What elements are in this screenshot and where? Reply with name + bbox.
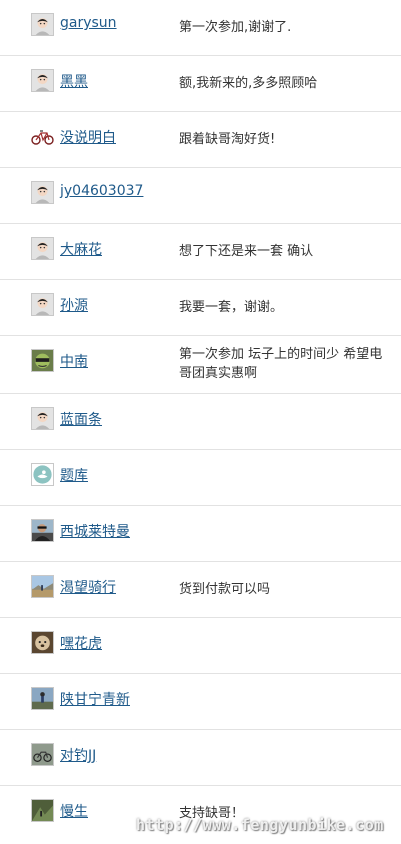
default-avatar-icon[interactable] bbox=[31, 13, 54, 36]
list-item: 陕甘宁青新 bbox=[0, 674, 401, 730]
default-avatar-icon[interactable] bbox=[31, 407, 54, 430]
default-avatar-icon[interactable] bbox=[31, 69, 54, 92]
list-item: 嘿花虎 bbox=[0, 618, 401, 674]
list-item: 没说明白 跟着缺哥淘好货! bbox=[0, 112, 401, 168]
list-item: 大麻花 想了下还是来一套 确认 bbox=[0, 224, 401, 280]
rider-photo-avatar-icon[interactable] bbox=[31, 519, 54, 542]
username-link[interactable]: 孙源 bbox=[60, 295, 88, 315]
list-item: 中南 第一次参加 坛子上的时间少 希望电 哥团真实惠啊 bbox=[0, 336, 401, 394]
landscape-photo-avatar-icon[interactable] bbox=[31, 575, 54, 598]
username-link[interactable]: 题库 bbox=[60, 465, 88, 485]
comment-text: 想了下还是来一套 确认 bbox=[179, 244, 314, 259]
username-link[interactable]: 嘿花虎 bbox=[60, 633, 102, 653]
teal-circle-avatar-icon[interactable] bbox=[31, 463, 54, 486]
comment-line-2: 哥团真实惠啊 bbox=[179, 366, 258, 381]
comment-line-1: 第一次参加 坛子上的时间少 希望电 bbox=[179, 347, 383, 362]
list-item: garysun 第一次参加,谢谢了. bbox=[0, 0, 401, 56]
default-avatar-icon[interactable] bbox=[31, 293, 54, 316]
list-item: 对钓JJ bbox=[0, 730, 401, 786]
list-item: 题库 bbox=[0, 450, 401, 506]
comment-text: 跟着缺哥淘好货! bbox=[179, 132, 276, 147]
trail-photo-avatar-icon[interactable] bbox=[31, 799, 54, 822]
username-link[interactable]: 中南 bbox=[60, 351, 88, 371]
list-item: 蓝面条 bbox=[0, 394, 401, 450]
username-link[interactable]: jy04603037 bbox=[60, 183, 143, 199]
participant-list: garysun 第一次参加,谢谢了. 黑黑 额,我新来的,多多照顾哈 没说明白 … bbox=[0, 0, 401, 842]
comment-text: 支持缺哥！ bbox=[179, 806, 245, 821]
username-link[interactable]: 蓝面条 bbox=[60, 409, 102, 429]
username-link[interactable]: 陕甘宁青新 bbox=[60, 689, 130, 709]
username-link[interactable]: 渴望骑行 bbox=[60, 577, 116, 597]
comment-text: 货到付款可以吗 bbox=[179, 582, 271, 597]
bicycle-avatar-icon[interactable] bbox=[31, 125, 54, 148]
username-link[interactable]: 慢生 bbox=[60, 801, 88, 821]
list-item: jy04603037 bbox=[0, 168, 401, 224]
username-link[interactable]: 大麻花 bbox=[60, 239, 102, 259]
list-item: 黑黑 额,我新来的,多多照顾哈 bbox=[0, 56, 401, 112]
comment-text: 第一次参加 坛子上的时间少 希望电 哥团真实惠啊 bbox=[179, 345, 401, 383]
list-item: 慢生 支持缺哥！ bbox=[0, 786, 401, 842]
username-link[interactable]: 对钓JJ bbox=[60, 745, 96, 765]
list-item: 孙源 我要一套，谢谢。 bbox=[0, 280, 401, 336]
default-avatar-icon[interactable] bbox=[31, 237, 54, 260]
username-link[interactable]: garysun bbox=[60, 15, 117, 31]
bike-photo-avatar-icon[interactable] bbox=[31, 743, 54, 766]
list-item: 西城莱特曼 bbox=[0, 506, 401, 562]
dog-photo-avatar-icon[interactable] bbox=[31, 631, 54, 654]
default-avatar-icon[interactable] bbox=[31, 181, 54, 204]
comment-text: 额,我新来的,多多照顾哈 bbox=[179, 76, 318, 91]
username-link[interactable]: 没说明白 bbox=[60, 127, 116, 147]
cyclist-photo-avatar-icon[interactable] bbox=[31, 687, 54, 710]
comment-text: 第一次参加,谢谢了. bbox=[179, 20, 292, 35]
username-link[interactable]: 黑黑 bbox=[60, 71, 88, 91]
list-item: 渴望骑行 货到付款可以吗 bbox=[0, 562, 401, 618]
comment-text: 我要一套，谢谢。 bbox=[179, 300, 284, 315]
cartoon-face-avatar-icon[interactable] bbox=[31, 349, 54, 372]
username-link[interactable]: 西城莱特曼 bbox=[60, 521, 130, 541]
